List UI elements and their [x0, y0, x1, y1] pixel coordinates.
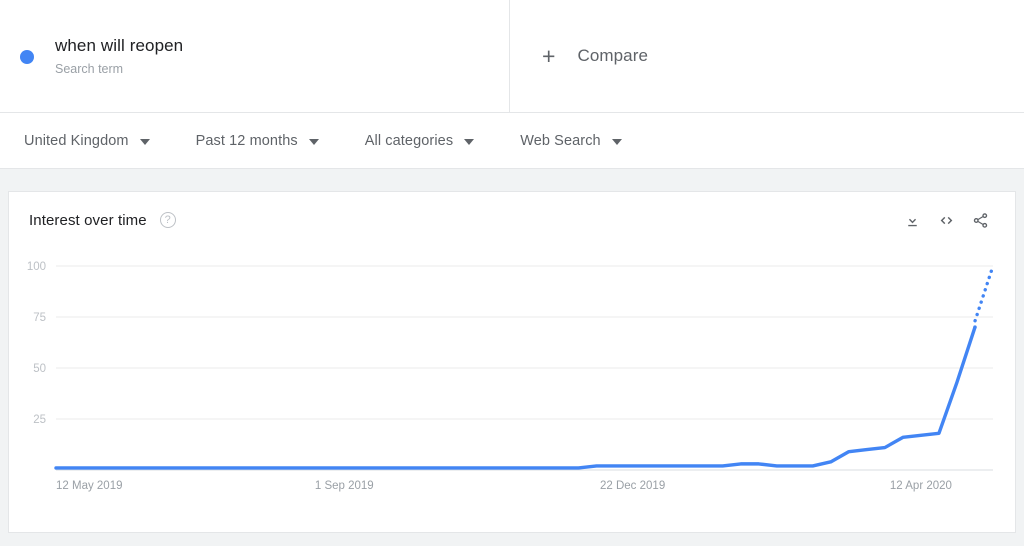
chevron-down-icon	[611, 138, 622, 145]
search-term-card[interactable]: when will reopen Search term	[0, 0, 510, 112]
section-spacer	[0, 169, 1024, 191]
plus-icon: +	[542, 42, 556, 69]
filter-location-label: United Kingdom	[24, 132, 129, 149]
y-axis-tick-label: 100	[27, 261, 46, 273]
y-axis-tick-label: 50	[33, 363, 46, 375]
series-color-dot	[20, 50, 34, 64]
filter-time-range[interactable]: Past 12 months	[196, 133, 319, 149]
filter-bar: United Kingdom Past 12 months All catego…	[0, 113, 1024, 169]
compare-label: Compare	[577, 46, 649, 65]
chevron-down-icon	[464, 138, 475, 145]
interest-over-time-card: Interest over time ? 25 50 75 100 12 May…	[8, 191, 1016, 533]
filter-location[interactable]: United Kingdom	[24, 133, 150, 149]
filter-search-type-label: Web Search	[520, 132, 601, 149]
chevron-down-icon	[139, 138, 150, 145]
x-axis-tick-label: 12 May 2019	[56, 480, 123, 492]
chart-header: Interest over time ?	[9, 192, 1015, 248]
filter-category-label: All categories	[364, 132, 454, 149]
help-icon[interactable]: ?	[159, 212, 176, 228]
download-icon[interactable]	[895, 205, 929, 235]
x-axis-tick-label: 1 Sep 2019	[315, 480, 374, 492]
chart-actions	[895, 205, 997, 235]
filter-category[interactable]: All categories	[364, 132, 475, 149]
search-terms-row: when will reopen Search term + Compare	[0, 0, 1024, 113]
search-term-texts: when will reopen Search term	[55, 35, 183, 78]
google-trends-page: when will reopen Search term + Compare U…	[0, 0, 1024, 546]
chevron-down-icon	[308, 138, 319, 145]
search-term-title: when will reopen	[55, 35, 184, 55]
x-axis-tick-label: 22 Dec 2019	[600, 480, 665, 492]
filter-search-type[interactable]: Web Search	[520, 133, 622, 149]
x-axis-tick-label: 12 Apr 2020	[890, 480, 952, 492]
embed-icon[interactable]	[929, 205, 963, 235]
series-line-partial	[973, 264, 995, 329]
chart-svg: 25 50 75 100 12 May 2019 1 Sep 2019 22 Dec 201…	[27, 261, 995, 492]
chart-title: Interest over time	[29, 211, 147, 229]
share-icon[interactable]	[963, 205, 997, 235]
interest-over-time-plot: 25 50 75 100 12 May 2019 1 Sep 2019 22 Dec 201…	[9, 248, 1015, 518]
y-axis-tick-label: 25	[33, 414, 46, 426]
search-term-subtitle: Search term	[55, 61, 124, 76]
series-line	[54, 325, 977, 470]
filter-time-range-label: Past 12 months	[195, 132, 298, 149]
y-axis-tick-label: 75	[33, 312, 46, 324]
add-comparison-button[interactable]: + Compare	[510, 0, 1024, 112]
card-bottom-fill	[9, 518, 1015, 519]
